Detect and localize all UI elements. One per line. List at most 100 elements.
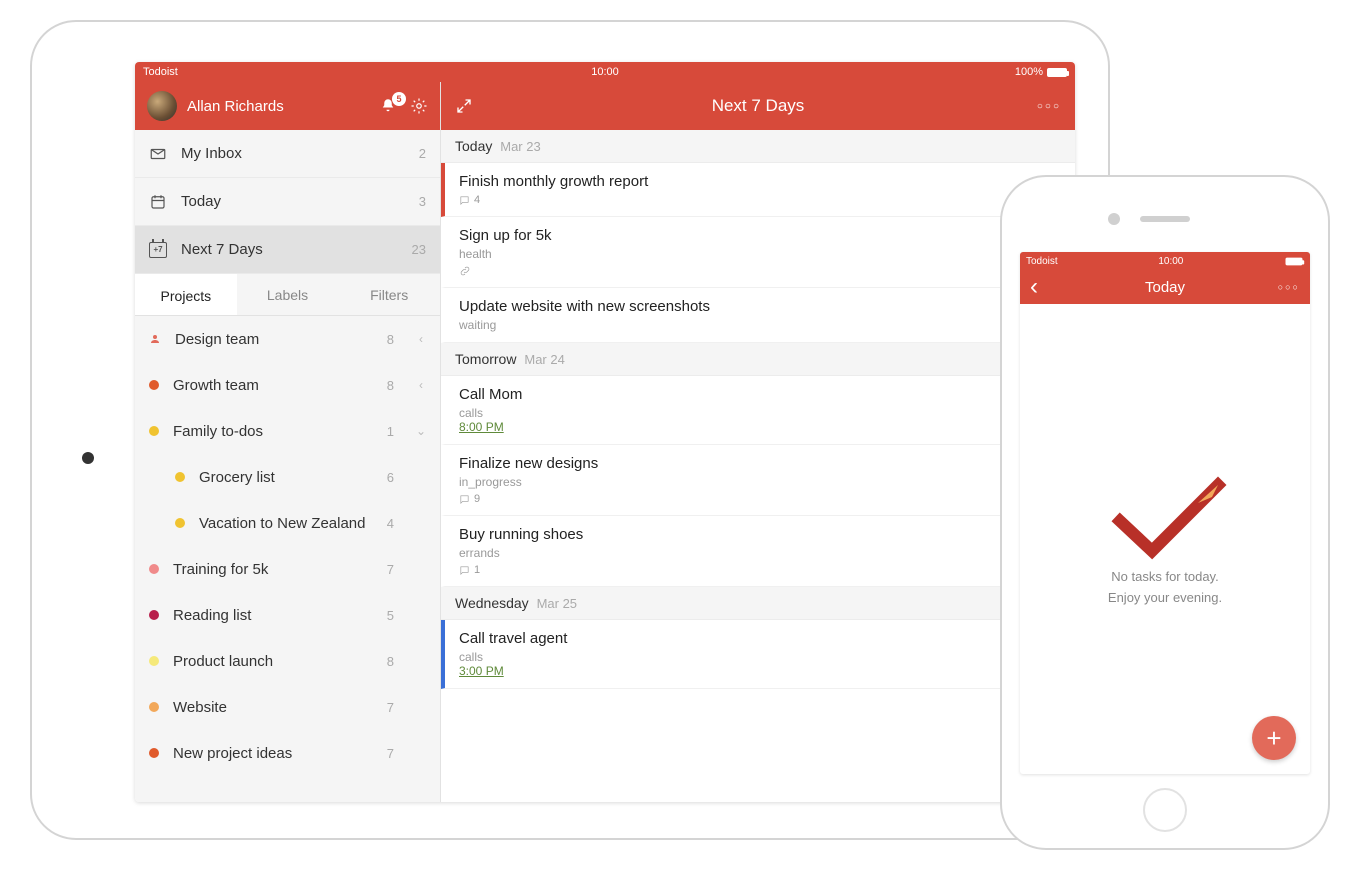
settings-button[interactable] [410,97,428,115]
nav-today-label: Today [181,193,221,210]
section-header: Today Mar 23 [441,130,1075,163]
project-name: Growth team [173,377,259,394]
notifications-count: 5 [392,92,406,106]
more-button[interactable]: ○○○ [1037,101,1061,112]
iphone-camera [1108,213,1120,225]
link-icon [459,265,471,277]
empty-line-1: No tasks for today. [1111,569,1218,584]
person-icon [149,333,161,345]
project-item[interactable]: Family to-dos1⌄ [135,408,440,454]
project-item[interactable]: Design team8‹ [135,316,440,362]
project-item[interactable]: Training for 5k7 [135,546,440,592]
task-meta: in_progress [459,475,1061,489]
project-item[interactable]: Product launch 8 [135,638,440,684]
inbox-icon [149,145,167,163]
section-date: Mar 24 [524,352,564,367]
battery-icon [1047,68,1067,77]
project-count: 8 [387,654,394,669]
task-title: Finalize new designs [459,455,1061,472]
project-color-dot [149,426,159,436]
project-item[interactable]: Website7 [135,684,440,730]
task-comments: 1 [459,564,1061,576]
nav-inbox[interactable]: My Inbox 2 [135,130,440,178]
statusbar-time: 10:00 [1058,256,1284,267]
iphone-nav-bar: ‹ Today ○○○ [1020,270,1310,304]
chevron-icon[interactable]: ‹ [416,378,426,392]
task-title: Update website with new screenshots [459,298,1061,315]
notifications-button[interactable]: 5 [376,94,400,118]
task-meta: calls3:00 PM [459,650,1061,678]
project-item[interactable]: Reading list 5 [135,592,440,638]
project-item[interactable]: Grocery list6 [135,454,440,500]
task-meta: calls8:00 PM [459,406,1061,434]
task-list[interactable]: Today Mar 23Finish monthly growth report… [441,130,1075,802]
task-label: errands [459,546,500,560]
chevron-icon[interactable]: ⌄ [416,424,426,438]
more-button[interactable]: ○○○ [1278,282,1300,292]
project-count: 5 [387,608,394,623]
task-item[interactable]: Call Mom calls8:00 PM [441,376,1075,445]
project-color-dot [149,610,159,620]
project-name: Vacation to New Zealand [199,515,366,532]
project-count: 6 [387,470,394,485]
nav-inbox-label: My Inbox [181,145,242,162]
back-button[interactable]: ‹ [1030,275,1038,299]
project-color-dot [149,656,159,666]
project-name: Website [173,699,227,716]
project-name: New project ideas [173,745,292,762]
task-item[interactable]: Buy running shoes errands 1 [441,516,1075,587]
calendar-icon [149,193,167,211]
comment-icon [459,494,470,505]
section-day: Tomorrow [455,351,516,367]
section-day: Wednesday [455,595,529,611]
empty-line-2: Enjoy your evening. [1108,590,1222,605]
iphone-status-bar: Todoist 10:00 [1020,252,1310,270]
project-count: 8 [387,378,394,393]
project-item[interactable]: New project ideas7 [135,730,440,776]
iphone-home-button [1143,788,1187,832]
battery-icon [1286,257,1303,265]
task-meta: waiting [459,318,1061,332]
statusbar-time: 10:00 [451,66,759,78]
add-task-fab[interactable]: + [1252,716,1296,760]
nav-next7days[interactable]: +7 Next 7 Days 23 [135,226,440,274]
iphone-device-frame: Todoist 10:00 ‹ Today ○○○ No tasks for t… [1000,175,1330,850]
empty-state: No tasks for today. Enjoy your evening. … [1020,304,1310,774]
task-item[interactable]: Finish monthly growth report4 [441,163,1075,217]
chevron-icon[interactable]: ‹ [416,332,426,346]
user-name[interactable]: Allan Richards [187,98,366,115]
user-avatar[interactable] [147,91,177,121]
tab-labels[interactable]: Labels [237,274,339,315]
comment-icon [459,565,470,576]
section-header: Tomorrow Mar 24 [441,343,1075,376]
ipad-home-button [82,452,94,464]
nav-next7-count: 23 [412,242,426,257]
section-header: Wednesday Mar 25 [441,587,1075,620]
tab-filters[interactable]: Filters [338,274,440,315]
project-list: Design team8‹ Growth team 8 ‹ Family to-dos1… [135,316,440,802]
task-item[interactable]: Call travel agentcalls3:00 PMVacation t… [441,620,1075,689]
main-header: Next 7 Days ○○○ [441,82,1075,130]
calendar-7-icon: +7 [149,242,167,258]
task-meta: health [459,247,1061,261]
iphone-speaker [1140,216,1190,222]
expand-button[interactable] [455,97,473,115]
project-count: 4 [387,516,394,531]
nav-inbox-count: 2 [419,146,426,161]
task-item[interactable]: Update website with new screenshots waiti… [441,288,1075,343]
nav-today[interactable]: Today 3 [135,178,440,226]
task-title: Buy running shoes [459,526,1061,543]
checkmark-illustration [1100,473,1230,563]
task-comments: 4 [459,194,1061,206]
comment-icon [459,195,470,206]
tab-projects[interactable]: Projects [135,274,237,315]
task-title: Call Mom [459,386,1061,403]
task-item[interactable]: Finalize new designsin_progress9 [441,445,1075,516]
project-item[interactable]: Growth team 8 ‹ [135,362,440,408]
task-item[interactable]: Sign up for 5k health [441,217,1075,288]
task-label: in_progress [459,475,522,489]
task-title: Sign up for 5k [459,227,1061,244]
project-name: Product launch [173,653,273,670]
project-name: Reading list [173,607,251,624]
project-item[interactable]: Vacation to New Zealand 4 [135,500,440,546]
